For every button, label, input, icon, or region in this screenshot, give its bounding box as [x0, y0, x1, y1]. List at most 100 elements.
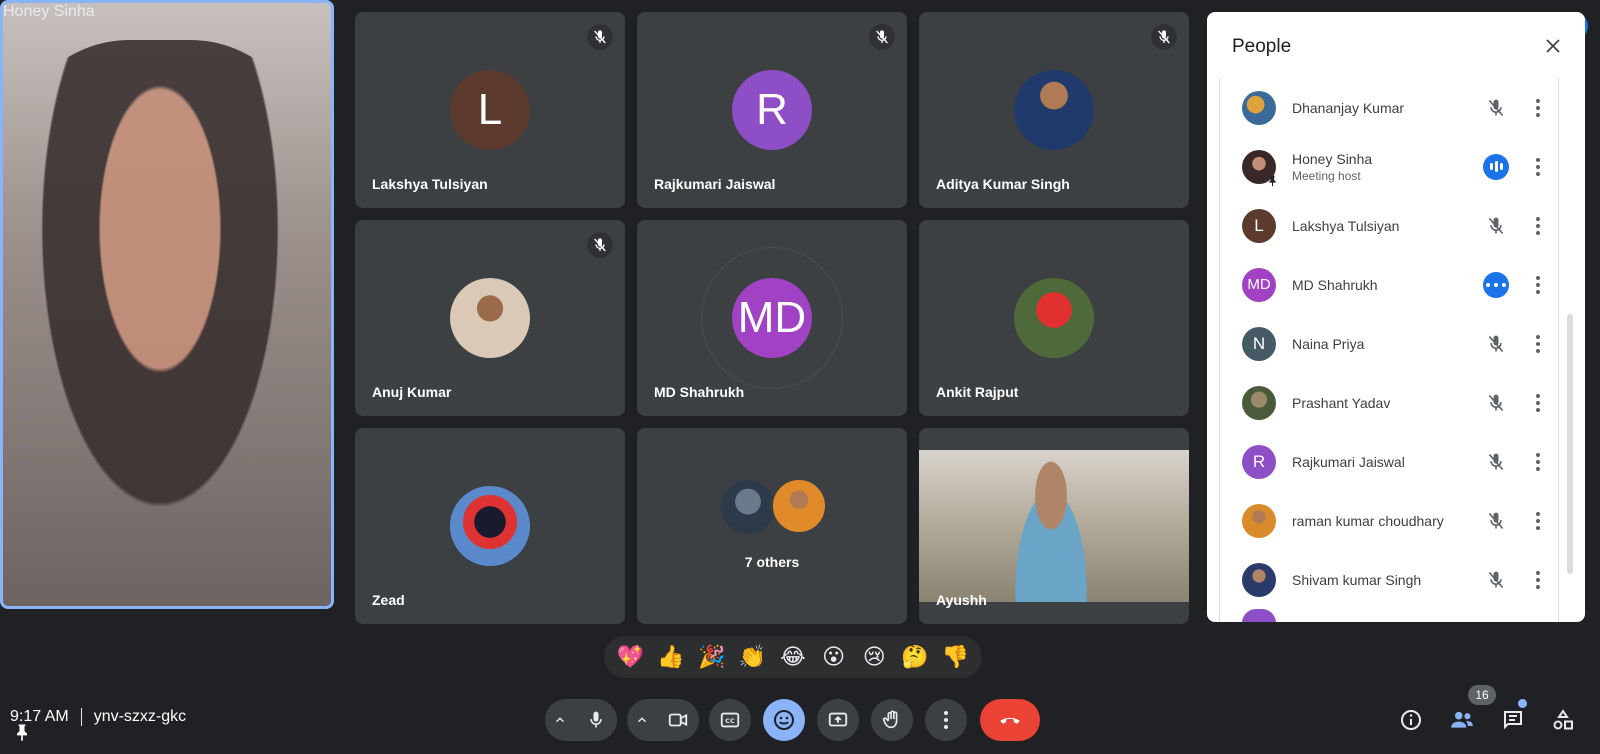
people-button[interactable]: [1445, 703, 1479, 737]
people-panel: People Dhananjay Kumar Honey Sinha Meeti…: [1207, 12, 1585, 622]
video-tile-ankit[interactable]: Ankit Rajput: [919, 220, 1189, 416]
reactions-bar: 💖 👍 🎉 👏 😂 😮 😢 🤔 👎: [604, 636, 982, 678]
participant-row[interactable]: raman kumar choudhary: [1220, 491, 1558, 550]
video-tile-lakshya[interactable]: L Lakshya Tulsiyan: [355, 12, 625, 208]
video-tile-anuj[interactable]: Anuj Kumar: [355, 220, 625, 416]
avatar: L: [450, 70, 530, 150]
close-icon[interactable]: [1537, 30, 1569, 62]
more-options-icon[interactable]: [1526, 271, 1550, 299]
participant-row[interactable]: Prashant Yadav: [1220, 373, 1558, 432]
chat-button[interactable]: [1496, 703, 1530, 737]
reaction-surprised[interactable]: 😮: [817, 645, 851, 670]
raise-hand-button[interactable]: [871, 699, 913, 741]
reaction-party-popper[interactable]: 🎉: [695, 645, 729, 670]
video-tile-aditya[interactable]: Aditya Kumar Singh: [919, 12, 1189, 208]
camera-button[interactable]: [657, 699, 699, 741]
mic-off-icon[interactable]: [1482, 448, 1510, 476]
participant-row[interactable]: Shivam kumar Singh: [1220, 550, 1558, 609]
tile-name: Lakshya Tulsiyan: [372, 176, 488, 192]
avatar-photo: [1242, 562, 1276, 597]
participant-name: Dhananjay Kumar: [1292, 99, 1405, 116]
participant-row[interactable]: Honey Sinha Meeting host: [1220, 137, 1558, 196]
avatar: [1242, 609, 1276, 622]
camera-feed: [10, 40, 310, 580]
avatar-photo: [721, 480, 775, 534]
emoji-smile-icon: [774, 710, 794, 730]
mic-off-icon[interactable]: [1482, 212, 1510, 240]
mic-off-icon: [1151, 24, 1177, 50]
video-tile-rajkumari[interactable]: R Rajkumari Jaiswal: [637, 12, 907, 208]
mic-off-icon[interactable]: [1482, 94, 1510, 122]
participant-name: Lakshya Tulsiyan: [1292, 217, 1400, 234]
participant-role: Meeting host: [1292, 168, 1361, 183]
captions-button[interactable]: CC: [709, 699, 751, 741]
reaction-thumbs-up[interactable]: 👍: [654, 645, 688, 670]
mic-off-icon[interactable]: [1482, 566, 1510, 594]
reaction-clapping[interactable]: 👏: [735, 645, 769, 670]
chevron-up-icon[interactable]: [545, 713, 575, 727]
divider: [80, 708, 82, 726]
more-options-button[interactable]: [925, 699, 967, 741]
panel-title: People: [1232, 36, 1292, 57]
mic-off-icon[interactable]: [1482, 389, 1510, 417]
more-options-icon[interactable]: [1526, 153, 1550, 181]
speaking-indicator-icon: [1482, 153, 1510, 181]
closed-captions-icon: CC: [720, 712, 740, 728]
participant-name: raman kumar choudhary: [1292, 512, 1444, 529]
tile-name: Zead: [372, 592, 405, 608]
reaction-joy[interactable]: 😂: [776, 645, 810, 670]
participant-row-partial[interactable]: [1220, 609, 1558, 622]
participant-row[interactable]: L Lakshya Tulsiyan: [1220, 196, 1558, 255]
microphone-button[interactable]: [575, 699, 617, 741]
others-count-label: 7 others: [744, 554, 800, 570]
video-tile-md[interactable]: MD MD Shahrukh: [637, 220, 907, 416]
others-tile[interactable]: 7 others: [637, 428, 907, 624]
video-tile-ayushh[interactable]: Ayushh: [919, 428, 1189, 624]
mic-off-icon: [869, 24, 895, 50]
camera-feed: [919, 450, 1189, 602]
mic-off-icon: [587, 232, 613, 258]
participant-row[interactable]: MD MD Shahrukh: [1220, 255, 1558, 314]
people-icon: [1451, 711, 1473, 728]
participant-row[interactable]: R Rajkumari Jaiswal: [1220, 432, 1558, 491]
svg-text:CC: CC: [725, 717, 735, 725]
activities-button[interactable]: [1546, 703, 1580, 737]
avatar-photo: [771, 478, 827, 534]
people-list[interactable]: Dhananjay Kumar Honey Sinha Meeting host…: [1219, 78, 1559, 622]
reaction-crying[interactable]: 😢: [857, 645, 891, 670]
more-options-icon[interactable]: [1526, 212, 1550, 240]
more-status-icon: [1482, 271, 1510, 299]
participant-row[interactable]: N Naina Priya: [1220, 314, 1558, 373]
reaction-thumbs-down[interactable]: 👎: [939, 645, 973, 670]
participant-name: Honey Sinha: [1292, 150, 1373, 167]
mic-off-icon[interactable]: [1482, 330, 1510, 358]
mic-off-icon[interactable]: [1482, 507, 1510, 535]
more-options-icon[interactable]: [1526, 94, 1550, 122]
tile-name: Ankit Rajput: [936, 384, 1019, 400]
present-screen-button[interactable]: [817, 699, 859, 741]
meeting-details-button[interactable]: [1394, 703, 1428, 737]
avatar-photo: [450, 278, 530, 358]
reaction-thinking[interactable]: 🤔: [898, 645, 932, 670]
avatar: R: [1242, 444, 1276, 479]
pinned-video-tile[interactable]: Honey Sinha: [0, 0, 1588, 742]
reactions-button[interactable]: [763, 699, 805, 741]
more-options-icon[interactable]: [1526, 507, 1550, 535]
chevron-up-icon[interactable]: [627, 713, 657, 727]
meeting-code: ynv-szxz-gkc: [93, 708, 187, 725]
avatar-photo: [1014, 278, 1094, 358]
leave-call-button[interactable]: [980, 699, 1040, 741]
tile-name: Ayushh: [936, 592, 987, 608]
more-vert-icon: [944, 711, 948, 729]
reaction-sparkling-heart[interactable]: 💖: [613, 645, 647, 670]
chat-icon: [1504, 711, 1522, 730]
video-tile-zead[interactable]: Zead: [355, 428, 625, 624]
more-options-icon[interactable]: [1526, 448, 1550, 476]
activities-shapes-icon: [1553, 709, 1573, 730]
more-options-icon[interactable]: [1526, 330, 1550, 358]
participant-name: Naina Priya: [1292, 335, 1365, 352]
participant-row[interactable]: Dhananjay Kumar: [1220, 78, 1558, 137]
more-options-icon[interactable]: [1526, 566, 1550, 594]
more-options-icon[interactable]: [1526, 389, 1550, 417]
scrollbar[interactable]: [1567, 314, 1573, 574]
